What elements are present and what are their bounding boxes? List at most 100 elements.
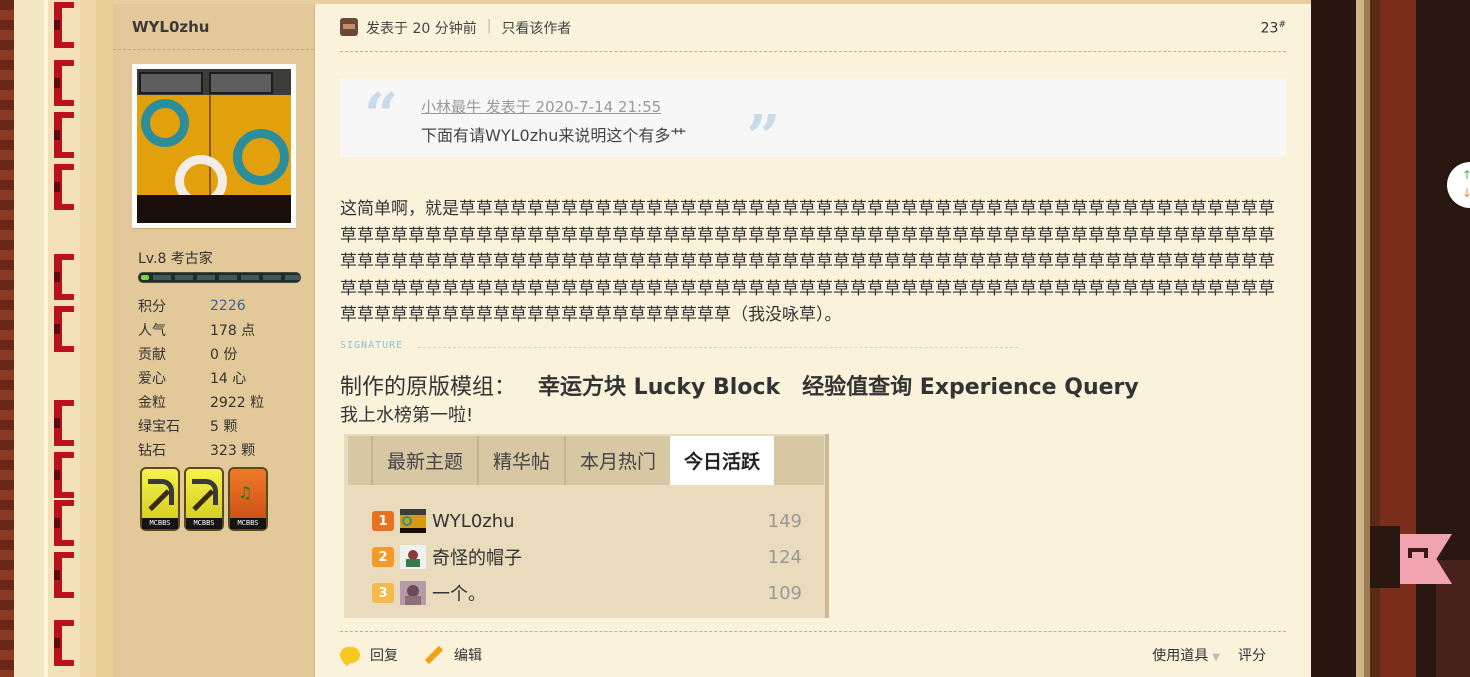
music-notes-icon[interactable]: ♫ MCBBS	[228, 467, 268, 531]
floor-number[interactable]: 23#	[1261, 20, 1286, 37]
author-sidebar: WYL0zhu Lv.8 考古家 积分 2226 人气 178 点 贡献 0 份…	[113, 4, 315, 677]
pig-mascot-icon[interactable]	[1370, 526, 1452, 588]
pencil-icon	[424, 645, 444, 665]
header-separator: |	[486, 18, 492, 34]
stat-value: 14 心	[210, 371, 247, 387]
quote-body: 下面有请WYL0zhu来说明这个有多艹	[421, 126, 687, 145]
medal-tag: MCBBS	[230, 518, 266, 529]
red-bracket-ornament	[54, 60, 74, 106]
post-time: 发表于 20 分钟前	[366, 21, 477, 37]
reply-bubble-icon	[340, 647, 360, 663]
signature-divider: SIGNATURE	[340, 340, 1020, 354]
rank-badge: 2	[372, 547, 394, 567]
rank-badge: 1	[372, 511, 394, 531]
rate-button[interactable]: 评分	[1238, 645, 1266, 665]
arrow-down-icon: ↓	[1462, 186, 1470, 200]
medal-list: MCBBS MCBBS ♫ MCBBS	[140, 467, 268, 531]
red-bracket-ornament	[54, 164, 74, 210]
stat-label: 金粒	[138, 395, 166, 411]
red-bracket-ornament	[54, 306, 74, 352]
pickaxe-icon[interactable]: MCBBS	[140, 467, 180, 531]
mod-link-experience-query[interactable]: 经验值查询 Experience Query	[802, 375, 1139, 400]
reply-button[interactable]: 回复	[340, 645, 398, 665]
ranking-tabs: 最新主题 精华帖 本月热门 今日活跃	[348, 436, 824, 485]
left-rail	[0, 0, 14, 677]
stat-value: 0 份	[210, 347, 238, 363]
tab-today-active[interactable]: 今日活跃	[670, 436, 775, 485]
user-level: Lv.8 考古家	[138, 251, 213, 267]
post-header: 发表于 20 分钟前 | 只看该作者 23#	[340, 18, 1286, 52]
signature-prefix: 制作的原版模组：	[340, 375, 517, 400]
red-bracket-ornament	[54, 500, 74, 546]
medal-tag: MCBBS	[186, 518, 222, 529]
use-item-label: 使用道具	[1152, 648, 1209, 664]
edit-label: 编辑	[454, 648, 482, 664]
rank-user-name: 一个。	[432, 584, 486, 605]
post-message: 这简单啊，就是草草草草草草草草草草草草草草草草草草草草草草草草草草草草草草草草草…	[340, 199, 1275, 325]
user-avatar-icon	[400, 545, 426, 569]
rank-user-name: 奇怪的帽子	[432, 548, 522, 569]
stat-label: 贡献	[138, 347, 166, 363]
only-author-link[interactable]: 只看该作者	[501, 18, 571, 38]
arrow-up-icon: ↑	[1462, 168, 1470, 182]
rank-score: 124	[767, 546, 802, 568]
stat-label: 绿宝石	[138, 419, 180, 435]
left-strip	[44, 0, 48, 677]
stat-row: 钻石 323 颗	[138, 438, 308, 462]
forum-post: WYL0zhu Lv.8 考古家 积分 2226 人气 178 点 贡献 0 份…	[113, 0, 1311, 677]
level-progress-fill	[141, 275, 150, 280]
tab-featured[interactable]: 精华帖	[477, 436, 564, 485]
stat-value: 2922 粒	[210, 395, 265, 411]
stat-row: 贡献 0 份	[138, 342, 308, 366]
stat-value-link[interactable]: 2226	[210, 298, 246, 314]
edit-button[interactable]: 编辑	[424, 645, 482, 665]
user-avatar-icon	[400, 581, 426, 605]
stat-label: 钻石	[138, 443, 166, 459]
reply-label: 回复	[370, 648, 398, 664]
list-item[interactable]: 2 奇怪的帽子 124	[372, 543, 802, 571]
author-avatar[interactable]	[132, 64, 296, 228]
stat-label: 人气	[138, 323, 166, 339]
left-decoration	[0, 0, 113, 677]
user-stats: 积分 2226 人气 178 点 贡献 0 份 爱心 14 心 金粒 2922 …	[138, 294, 308, 462]
floor-sup: #	[1278, 20, 1286, 30]
use-item-dropdown[interactable]: 使用道具 ▼	[1152, 645, 1220, 665]
post-content: 发表于 20 分钟前 | 只看该作者 23# “ 小林最牛 发表于 2020-7…	[340, 4, 1286, 677]
floor-value: 23	[1260, 20, 1279, 37]
signature-note: 我上水榜第一啦!	[340, 405, 474, 426]
red-bracket-ornament	[54, 620, 74, 666]
quote-source-link[interactable]: 小林最牛 发表于 2020-7-14 21:55	[421, 96, 661, 117]
list-item[interactable]: 1 WYL0zhu 149	[372, 507, 802, 535]
stat-row: 人气 178 点	[138, 318, 308, 342]
list-item[interactable]: 3 一个。 109	[372, 579, 802, 607]
level-progress-bar	[138, 272, 301, 283]
medal-tag: MCBBS	[142, 518, 178, 529]
stat-label: 积分	[138, 299, 166, 315]
user-avatar-icon	[400, 509, 426, 533]
red-bracket-ornament	[54, 254, 74, 300]
post-footer: 回复 编辑 使用道具 ▼ 评分	[340, 631, 1286, 677]
open-quote-icon: “	[364, 81, 399, 151]
tab-monthly-hot[interactable]: 本月热门	[564, 436, 670, 485]
chevron-down-icon: ▼	[1212, 652, 1220, 663]
author-name[interactable]: WYL0zhu	[113, 4, 314, 50]
avatar-image	[137, 69, 291, 223]
tab-latest-topics[interactable]: 最新主题	[371, 436, 477, 485]
stat-value: 178 点	[210, 323, 256, 339]
signature-mods: 制作的原版模组： 幸运方块 Lucky Block 经验值查询 Experience…	[340, 369, 1139, 401]
red-bracket-ornament	[54, 400, 74, 446]
stat-row: 爱心 14 心	[138, 366, 308, 390]
stat-value: 5 颗	[210, 419, 238, 435]
red-bracket-ornament	[54, 552, 74, 598]
rank-score: 109	[767, 582, 802, 604]
rank-badge: 3	[372, 583, 394, 603]
stat-label: 爱心	[138, 371, 166, 387]
stat-row: 绿宝石 5 颗	[138, 414, 308, 438]
quote-block: “ 小林最牛 发表于 2020-7-14 21:55 下面有请WYL0zhu来说…	[340, 79, 1286, 173]
mod-link-lucky-block[interactable]: 幸运方块 Lucky Block	[538, 375, 780, 400]
rank-user-name: WYL0zhu	[432, 510, 515, 532]
ranking-board: 最新主题 精华帖 本月热门 今日活跃 1 WYL0zhu 149 2 奇怪的帽子…	[344, 434, 829, 618]
red-bracket-ornament	[54, 452, 74, 498]
poster-mini-avatar-icon	[340, 18, 358, 36]
pickaxe-icon[interactable]: MCBBS	[184, 467, 224, 531]
